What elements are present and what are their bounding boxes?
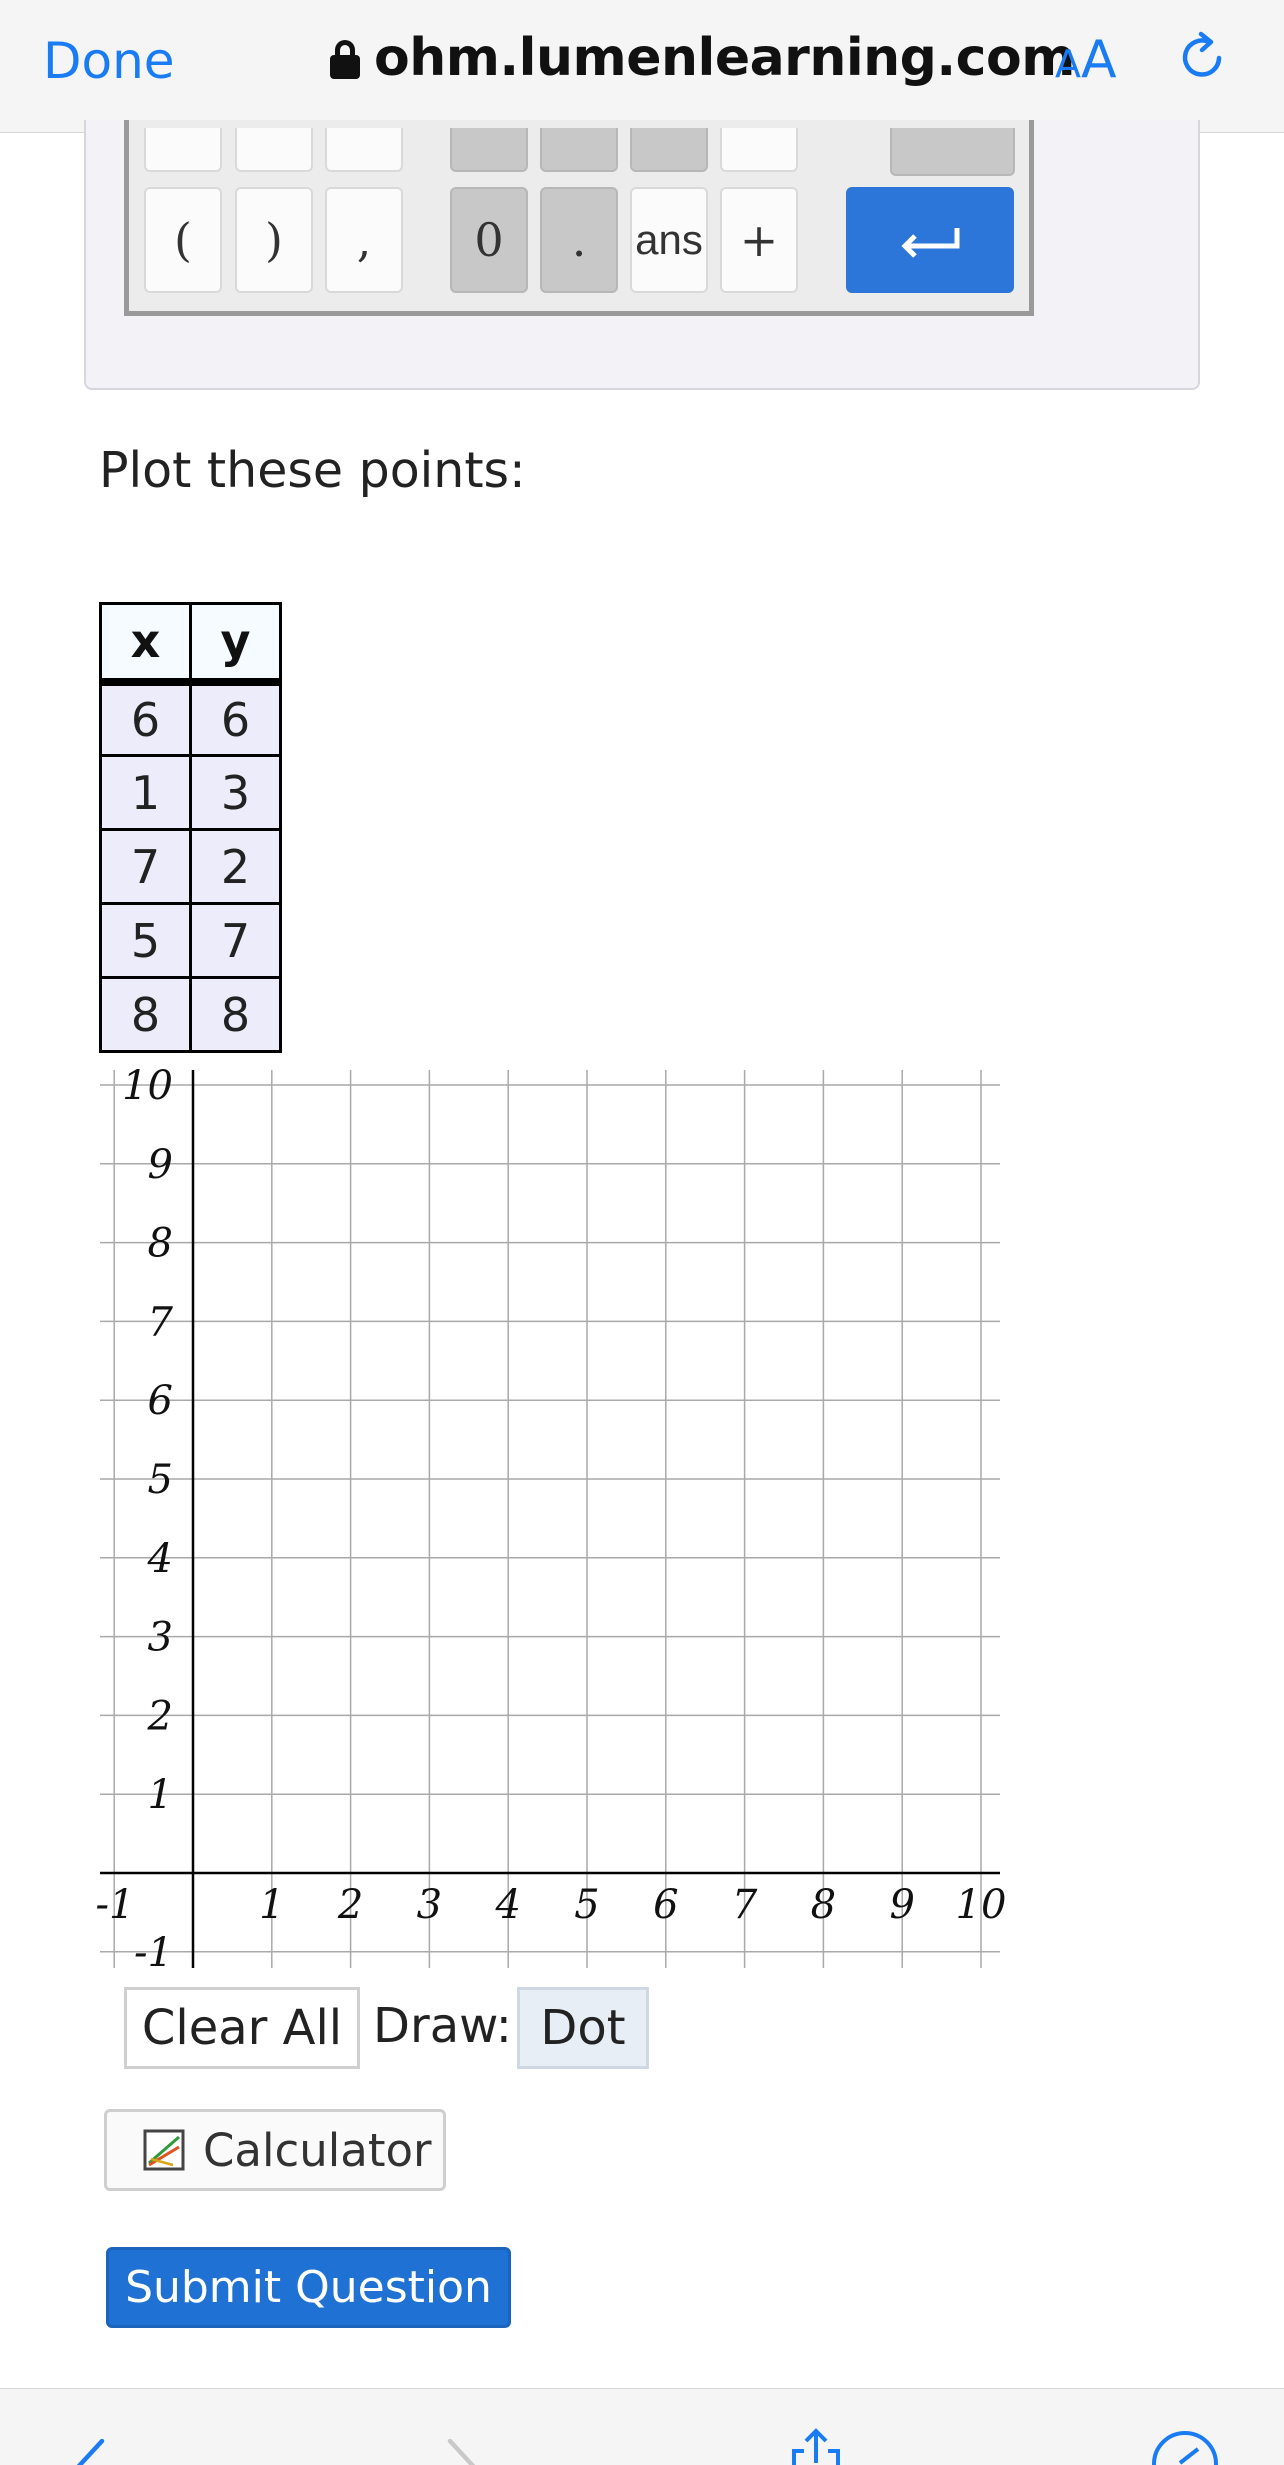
dot-tool-button[interactable]: Dot: [517, 1987, 649, 2069]
x-tick-label: 6: [653, 1882, 678, 1928]
graph-calculator-icon: [143, 2129, 185, 2171]
forward-icon[interactable]: [440, 2439, 490, 2465]
y-tick-label: 2: [147, 1693, 173, 1739]
y-tick-label: -1: [134, 1930, 173, 1976]
x-tick-label: 9: [889, 1882, 914, 1928]
y-tick-label: 8: [148, 1221, 173, 1267]
x-tick-label: -1: [96, 1882, 135, 1928]
y-tick-label: 10: [122, 1063, 173, 1109]
x-tick-label: 8: [811, 1882, 836, 1928]
y-tick-label: 3: [148, 1615, 173, 1661]
back-icon[interactable]: [64, 2439, 114, 2465]
x-tick-label: 10: [956, 1882, 1007, 1928]
x-tick-label: 1: [259, 1882, 284, 1928]
y-tick-label: 7: [148, 1299, 174, 1345]
browser-bottom-toolbar: [0, 2388, 1284, 2465]
x-tick-label: 2: [337, 1882, 363, 1928]
y-tick-label: 5: [148, 1457, 173, 1503]
calculator-button[interactable]: Calculator: [104, 2109, 446, 2191]
y-tick-label: 1: [148, 1772, 173, 1818]
y-tick-label: 6: [148, 1378, 173, 1424]
share-icon[interactable]: [788, 2427, 844, 2465]
safari-compass-icon[interactable]: [1150, 2429, 1220, 2465]
graphing-canvas[interactable]: -1 1 2 3 4 5 6 7 8 9 10 -1 1 2 3 4 5 6 7 8 9 10: [0, 0, 1284, 2000]
x-tick-label: 4: [494, 1882, 520, 1928]
submit-question-button[interactable]: Submit Question: [106, 2247, 511, 2328]
x-tick-label: 5: [574, 1882, 599, 1928]
y-tick-label: 4: [147, 1536, 173, 1582]
clear-all-button[interactable]: Clear All: [124, 1987, 360, 2069]
draw-mode-label: Draw:: [373, 1998, 512, 2054]
y-tick-label: 9: [148, 1142, 173, 1188]
calculator-label: Calculator: [203, 2123, 432, 2177]
x-tick-label: 3: [417, 1882, 442, 1928]
x-tick-label: 7: [732, 1882, 758, 1928]
